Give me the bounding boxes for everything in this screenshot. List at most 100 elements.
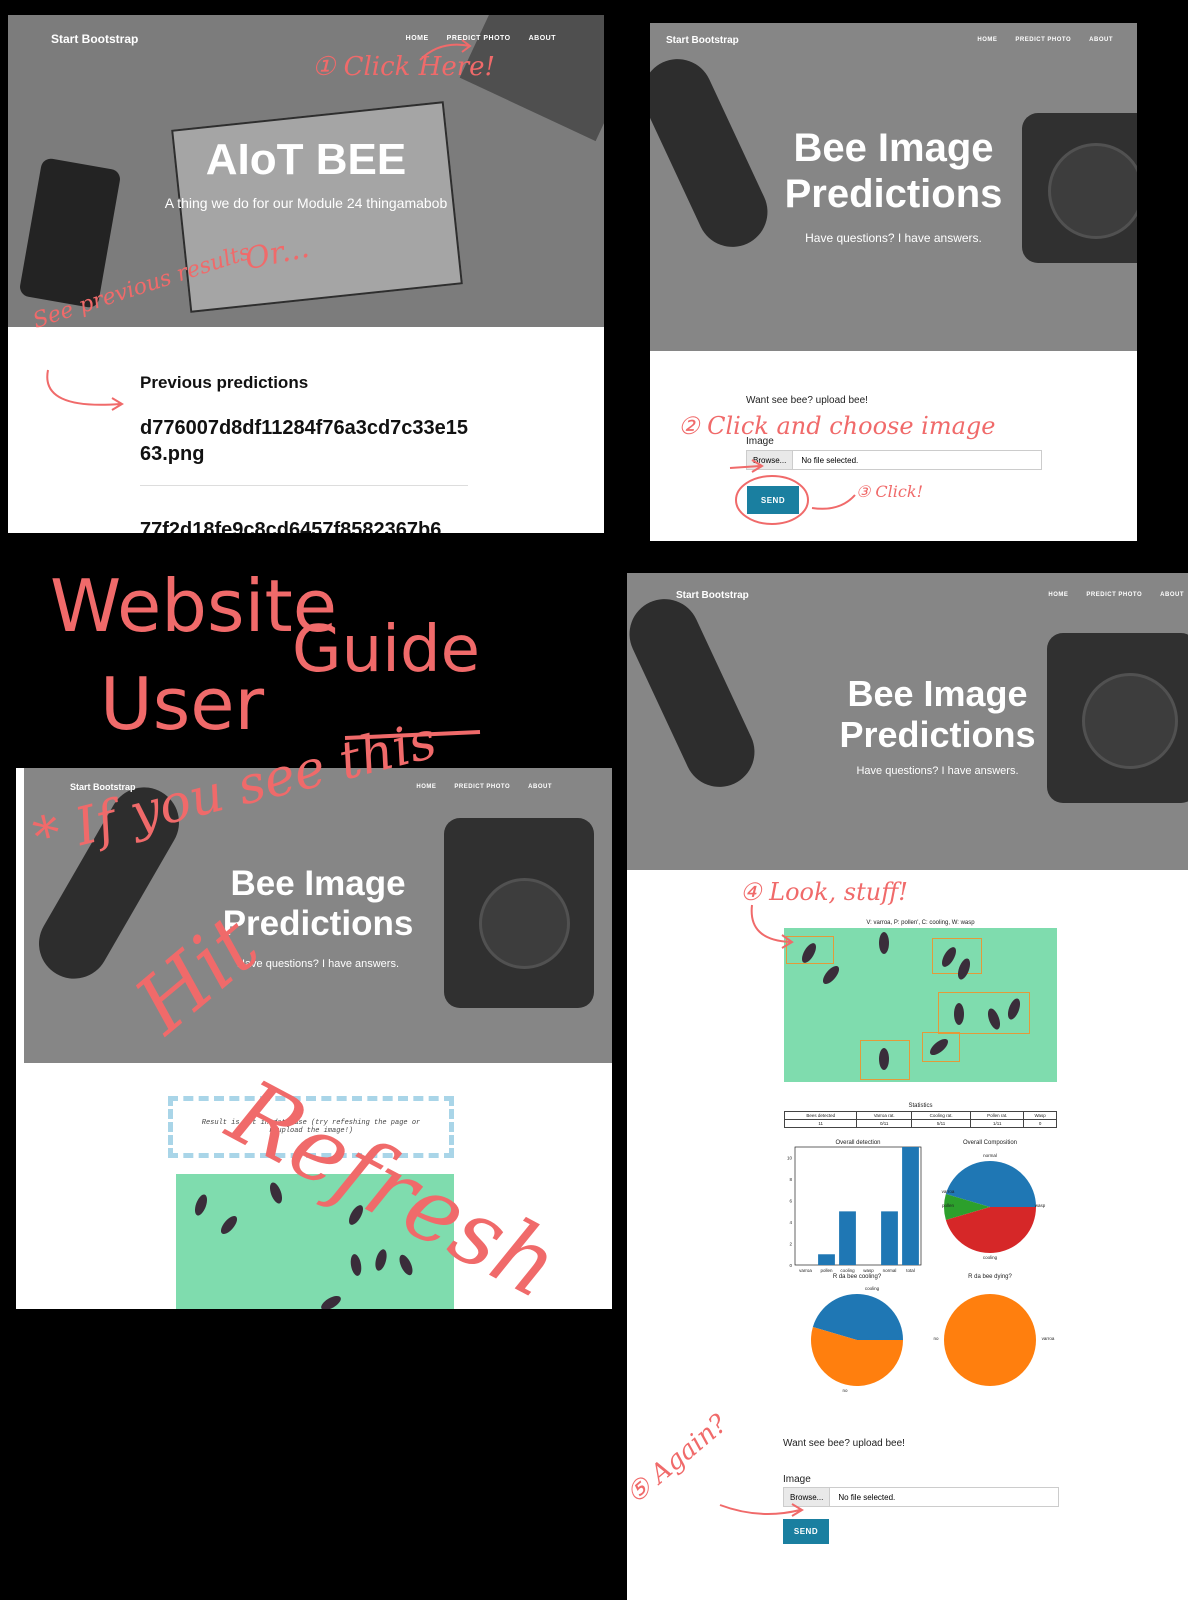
hero-telephone: Start Bootstrap HOME PREDICT PHOTO ABOUT… [650, 23, 1137, 351]
file-input[interactable]: Browse... No file selected. [783, 1487, 1059, 1507]
charts: Overall detection 0 2 4 6 8 10 varroa pollen cool… [787, 1140, 1055, 1393]
pie-label: no [933, 1336, 939, 1341]
nav-about[interactable]: ABOUT [529, 35, 556, 42]
prediction-link[interactable]: d776007d8df11284f76a3cd7c33e1563.png [140, 415, 472, 467]
x-tick-label: normal [883, 1268, 897, 1273]
page-subtitle: Have questions? I have answers. [236, 958, 400, 970]
nav-about[interactable]: ABOUT [1089, 37, 1113, 43]
send-button[interactable]: SEND [747, 486, 799, 514]
bar [881, 1211, 898, 1265]
pie-chart-title: Overall Composition [963, 1140, 1017, 1146]
pie-label: cooling [865, 1286, 880, 1291]
panel-home: Start Bootstrap HOME PREDICT PHOTO ABOUT… [8, 15, 604, 533]
pie-chart-title: R da bee dying? [968, 1274, 1012, 1280]
browse-button[interactable]: Browse... [784, 1488, 831, 1506]
detection-caption: V: varroa, P: pollen', C: cooling, W: wa… [866, 920, 975, 926]
x-tick-label: cooling [840, 1268, 855, 1273]
table-cell: 11 [783, 1119, 858, 1128]
bar-chart-frame [794, 1146, 922, 1266]
bee [954, 1003, 964, 1025]
form-heading: Want see bee? upload bee! [746, 395, 868, 406]
y-tick-label: 4 [789, 1220, 792, 1225]
bar [839, 1211, 856, 1265]
guide-title-word: Guide [292, 613, 480, 687]
bee [349, 1253, 363, 1277]
nav-home[interactable]: HOME [406, 35, 429, 42]
panel-predict: Start Bootstrap HOME PREDICT PHOTO ABOUT… [650, 23, 1137, 541]
page-title: Bee Image Predictions [650, 125, 1137, 217]
table-header-cell: Wasp [1023, 1111, 1057, 1120]
send-button[interactable]: SEND [783, 1519, 829, 1544]
pie-label: pollen [942, 1203, 955, 1208]
brand[interactable]: Start Bootstrap [666, 35, 739, 46]
file-status: No file selected. [838, 1492, 896, 1502]
table-header-cell: Varroa rat. [856, 1111, 912, 1120]
bar [818, 1254, 835, 1265]
nav-predict-photo[interactable]: PREDICT PHOTO [1015, 37, 1071, 43]
page-title: AIoT BEE [205, 135, 407, 184]
bee [820, 963, 842, 987]
previous-predictions-title: Previous predictions [140, 373, 309, 392]
page-title-line: Predictions [784, 172, 1003, 216]
table-header-cell: Bees detected [783, 1111, 858, 1120]
table-header-cell: Cooling rat. [910, 1111, 972, 1120]
navbar: HOME PREDICT PHOTO ABOUT [416, 784, 552, 790]
brand[interactable]: Start Bootstrap [51, 32, 138, 46]
page-title-line: Bee Image [230, 864, 406, 903]
table-header-row: Bees detected Varroa rat. Cooling rat. P… [783, 1111, 1057, 1120]
statistics-title: Statistics [908, 1103, 933, 1109]
nav-predict-photo[interactable]: PREDICT PHOTO [447, 35, 511, 42]
page-subtitle: Have questions? I have answers. [856, 765, 1019, 777]
image-label: Image [783, 1474, 811, 1485]
y-tick-label: 10 [787, 1156, 793, 1161]
bee [318, 1293, 344, 1309]
detection-box [932, 938, 982, 974]
y-tick-label: 6 [789, 1199, 792, 1204]
page-title-line: Bee Image [793, 126, 994, 170]
bee [879, 1048, 889, 1070]
page-subtitle: A thing we do for our Module 24 thingama… [164, 195, 448, 211]
divider [140, 485, 468, 486]
page-title: Bee Image Predictions [24, 864, 612, 945]
annotation-step4: ④ Look, stuff! [740, 878, 908, 906]
browse-button[interactable]: Browse... [747, 451, 794, 469]
bar [902, 1147, 919, 1265]
annotation-step3: ③ Click! [856, 482, 923, 501]
pie-label: wasp [1035, 1203, 1046, 1208]
navbar: HOME PREDICT PHOTO ABOUT [1048, 592, 1184, 598]
pie-label: cooling [983, 1255, 998, 1260]
table-cell: 5/11 [910, 1119, 972, 1128]
hero-desk: Start Bootstrap HOME PREDICT PHOTO ABOUT… [8, 15, 604, 327]
prediction-link[interactable]: 77f2d18fe9c8cd6457f8582367b6 [140, 519, 472, 533]
brand[interactable]: Start Bootstrap [676, 590, 749, 601]
bee [218, 1213, 240, 1237]
pie-slice [944, 1294, 1036, 1386]
statistics-table: Bees detected Varroa rat. Cooling rat. P… [783, 1111, 1057, 1128]
bee [373, 1248, 389, 1272]
nav-about[interactable]: ABOUT [528, 784, 552, 790]
pie-label: no [842, 1388, 848, 1393]
nav-home[interactable]: HOME [1048, 592, 1068, 598]
bee [879, 932, 889, 954]
table-cell: 0 [1023, 1119, 1057, 1128]
annotation-step2: ② Click and choose image [678, 412, 996, 440]
page-title-line: Bee Image [847, 673, 1028, 714]
nav-home[interactable]: HOME [977, 37, 997, 43]
x-tick-label: varroa [799, 1268, 812, 1273]
nav-predict-photo[interactable]: PREDICT PHOTO [454, 784, 510, 790]
page-subtitle: Have questions? I have answers. [805, 231, 982, 245]
nav-home[interactable]: HOME [416, 784, 436, 790]
pie-label: varroa [942, 1189, 955, 1194]
nav-predict-photo[interactable]: PREDICT PHOTO [1086, 592, 1142, 598]
bee [192, 1192, 210, 1218]
page-title: Bee Image Predictions [657, 673, 1188, 756]
table-cell: 0/11 [856, 1119, 912, 1128]
x-tick-label: wasp [863, 1268, 874, 1273]
pie-label: normal [983, 1153, 997, 1158]
navbar: HOME PREDICT PHOTO ABOUT [406, 35, 556, 42]
guide-title-word: User [100, 662, 265, 746]
x-tick-label: pollen [820, 1268, 833, 1273]
page-title-line: Predictions [839, 714, 1036, 756]
nav-about[interactable]: ABOUT [1160, 592, 1184, 598]
file-input[interactable]: Browse... No file selected. [746, 450, 1042, 470]
